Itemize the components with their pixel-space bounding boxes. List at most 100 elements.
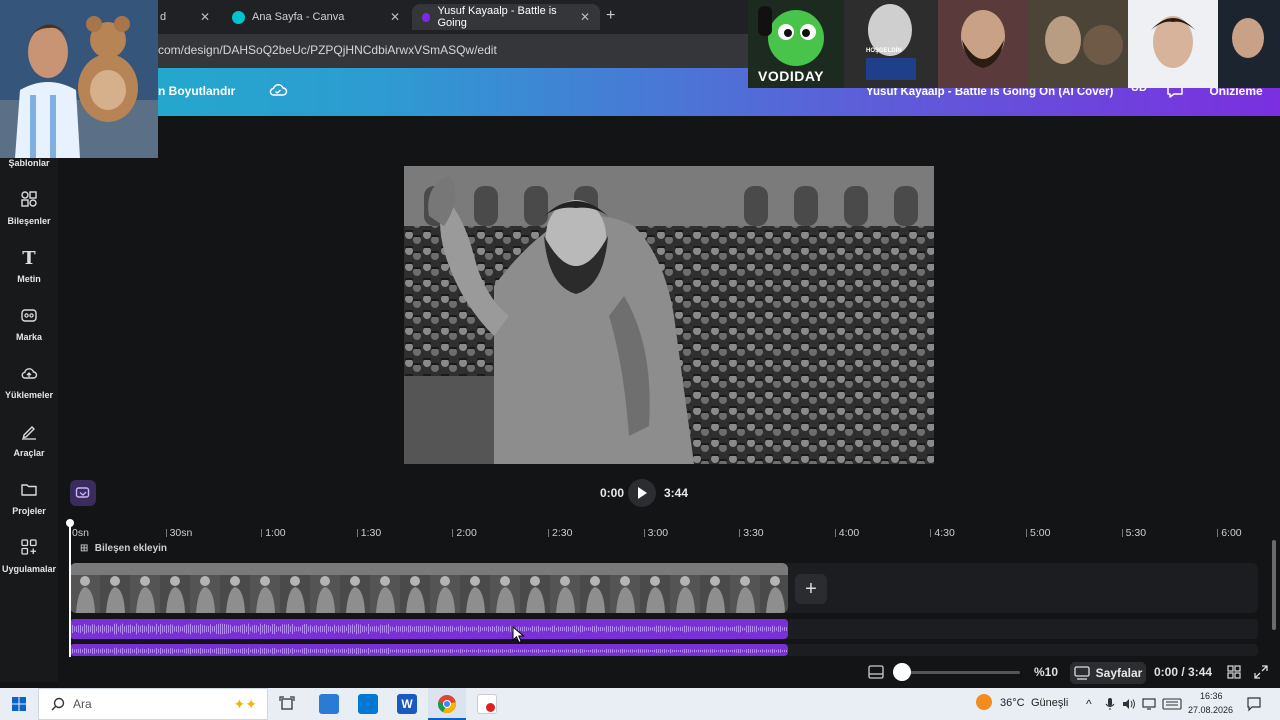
waveform-bar — [596, 625, 597, 633]
waveform-bar — [270, 649, 271, 653]
browser-tab[interactable]: d ✕ — [150, 4, 220, 30]
pdf-app-icon[interactable] — [477, 694, 497, 714]
photos-app-icon[interactable] — [319, 694, 339, 714]
waveform-bar — [388, 623, 389, 635]
waveform-bar — [78, 648, 79, 654]
waveform-bar — [712, 649, 713, 653]
network-icon[interactable] — [1142, 697, 1158, 711]
close-icon[interactable]: ✕ — [390, 10, 400, 24]
waveform-bar — [174, 626, 175, 632]
waveform-bar — [736, 649, 737, 653]
resize-button[interactable]: n Boyutlandır — [158, 84, 235, 98]
clock-time[interactable]: 16:36 — [1200, 691, 1223, 701]
waveform-bar — [400, 626, 401, 632]
windows-start-icon[interactable] — [12, 697, 26, 711]
pages-button[interactable]: Sayfalar — [1070, 662, 1146, 684]
microphone-icon[interactable] — [1104, 697, 1116, 711]
fullscreen-icon[interactable] — [1254, 665, 1268, 679]
zoom-slider-handle[interactable] — [893, 663, 911, 681]
sidebar-item-elements[interactable]: Bileşenler — [0, 190, 58, 226]
waveform-bar — [244, 648, 245, 654]
store-app-icon[interactable] — [358, 694, 378, 714]
weather-desc[interactable]: Güneşli — [1031, 697, 1068, 709]
webcam-overlay-left — [0, 0, 158, 158]
tab-label: Yusuf Kayaalp - Battle is Going — [437, 5, 557, 29]
volume-icon[interactable] — [1122, 697, 1136, 711]
notification-icon[interactable] — [1246, 696, 1262, 712]
url-field[interactable]: com/design/DAHSoQ2beUc/PZPQjHNCdbiArwxVS… — [158, 43, 497, 57]
keyboard-icon[interactable] — [1162, 697, 1182, 711]
waveform-bar — [574, 649, 575, 653]
waveform-bar — [74, 626, 75, 632]
sidebar-item-label: Marka — [15, 332, 42, 342]
grid-view-icon[interactable] — [1227, 665, 1241, 679]
magic-resize-button[interactable] — [70, 480, 96, 506]
sidebar-item-templates[interactable]: Şablonlar — [0, 158, 58, 168]
clip-thumbnail — [280, 563, 310, 613]
sidebar-item-tools[interactable]: Araçlar — [0, 422, 58, 458]
browser-tab-active[interactable]: Yusuf Kayaalp - Battle is Going ✕ — [412, 4, 600, 30]
add-component-button[interactable]: ⊞ Bileşen ekleyin — [80, 543, 167, 554]
waveform-bar — [194, 648, 195, 654]
waveform-bar — [380, 624, 381, 634]
waveform-bar — [168, 648, 169, 654]
waveform-bar — [612, 626, 613, 632]
waveform-bar — [256, 648, 257, 654]
chrome-taskbar-button[interactable] — [428, 688, 466, 720]
design-page[interactable] — [404, 166, 934, 464]
waveform-bar — [564, 627, 565, 631]
playhead[interactable] — [69, 521, 71, 657]
sidebar-item-uploads[interactable]: Yüklemeler — [0, 364, 58, 400]
browser-tab[interactable]: Ana Sayfa - Canva ✕ — [222, 4, 410, 30]
cloud-sync-icon[interactable] — [268, 82, 288, 98]
add-clip-button[interactable]: + — [795, 574, 827, 604]
timeline-scrollbar[interactable] — [1272, 540, 1276, 630]
clip-thumbnail — [220, 563, 250, 613]
sidebar-item-apps[interactable]: Uygulamalar — [0, 538, 58, 574]
video-clip[interactable] — [70, 563, 788, 613]
sidebar-item-brand[interactable]: Marka — [0, 306, 58, 342]
weather-temp[interactable]: 36°C — [1000, 697, 1025, 709]
weather-sun-icon[interactable] — [976, 694, 992, 710]
waveform-bar — [162, 648, 163, 654]
sidebar-item-label: Araçlar — [13, 448, 45, 458]
waveform-bar — [662, 649, 663, 653]
sidebar-item-text[interactable]: T Metin — [0, 248, 58, 284]
clip-thumbnail — [100, 563, 130, 613]
notes-icon[interactable] — [868, 665, 884, 679]
waveform-bar — [620, 626, 621, 632]
waveform-bar — [496, 649, 497, 653]
zoom-slider[interactable] — [902, 671, 1020, 674]
waveform-bar — [764, 627, 765, 631]
waveform-bar — [184, 625, 185, 633]
word-app-icon[interactable]: W — [397, 694, 417, 714]
waveform-bar — [410, 625, 411, 633]
zoom-level[interactable]: %10 — [1034, 665, 1058, 679]
waveform-bar — [144, 625, 145, 633]
playhead-handle[interactable] — [66, 519, 74, 527]
new-tab-button[interactable]: + — [606, 7, 615, 25]
close-icon[interactable]: ✕ — [580, 10, 590, 24]
waveform-bar — [88, 648, 89, 654]
clock-date[interactable]: 27.08.2026 — [1188, 705, 1233, 715]
play-button[interactable] — [628, 479, 656, 507]
waveform-bar — [468, 627, 469, 631]
tray-chevron-icon[interactable]: ^ — [1086, 697, 1092, 711]
ruler-tick — [1121, 529, 1123, 537]
waveform-bar — [598, 649, 599, 653]
task-view-icon[interactable] — [279, 696, 295, 712]
crowd-photo — [404, 166, 934, 464]
waveform-bar — [216, 648, 217, 654]
clip-thumbnail — [730, 563, 760, 613]
waveform-bar — [552, 626, 553, 632]
close-icon[interactable]: ✕ — [200, 10, 210, 24]
waveform-bar — [324, 625, 325, 633]
waveform-bar — [576, 648, 577, 654]
waveform-bar — [350, 648, 351, 654]
audio-clip[interactable] — [70, 619, 788, 639]
taskbar-search[interactable]: Ara ✦✦ — [38, 688, 268, 720]
audio-clip[interactable] — [70, 644, 788, 656]
waveform-bar — [412, 649, 413, 653]
waveform-bar — [656, 648, 657, 654]
sidebar-item-projects[interactable]: Projeler — [0, 480, 58, 516]
